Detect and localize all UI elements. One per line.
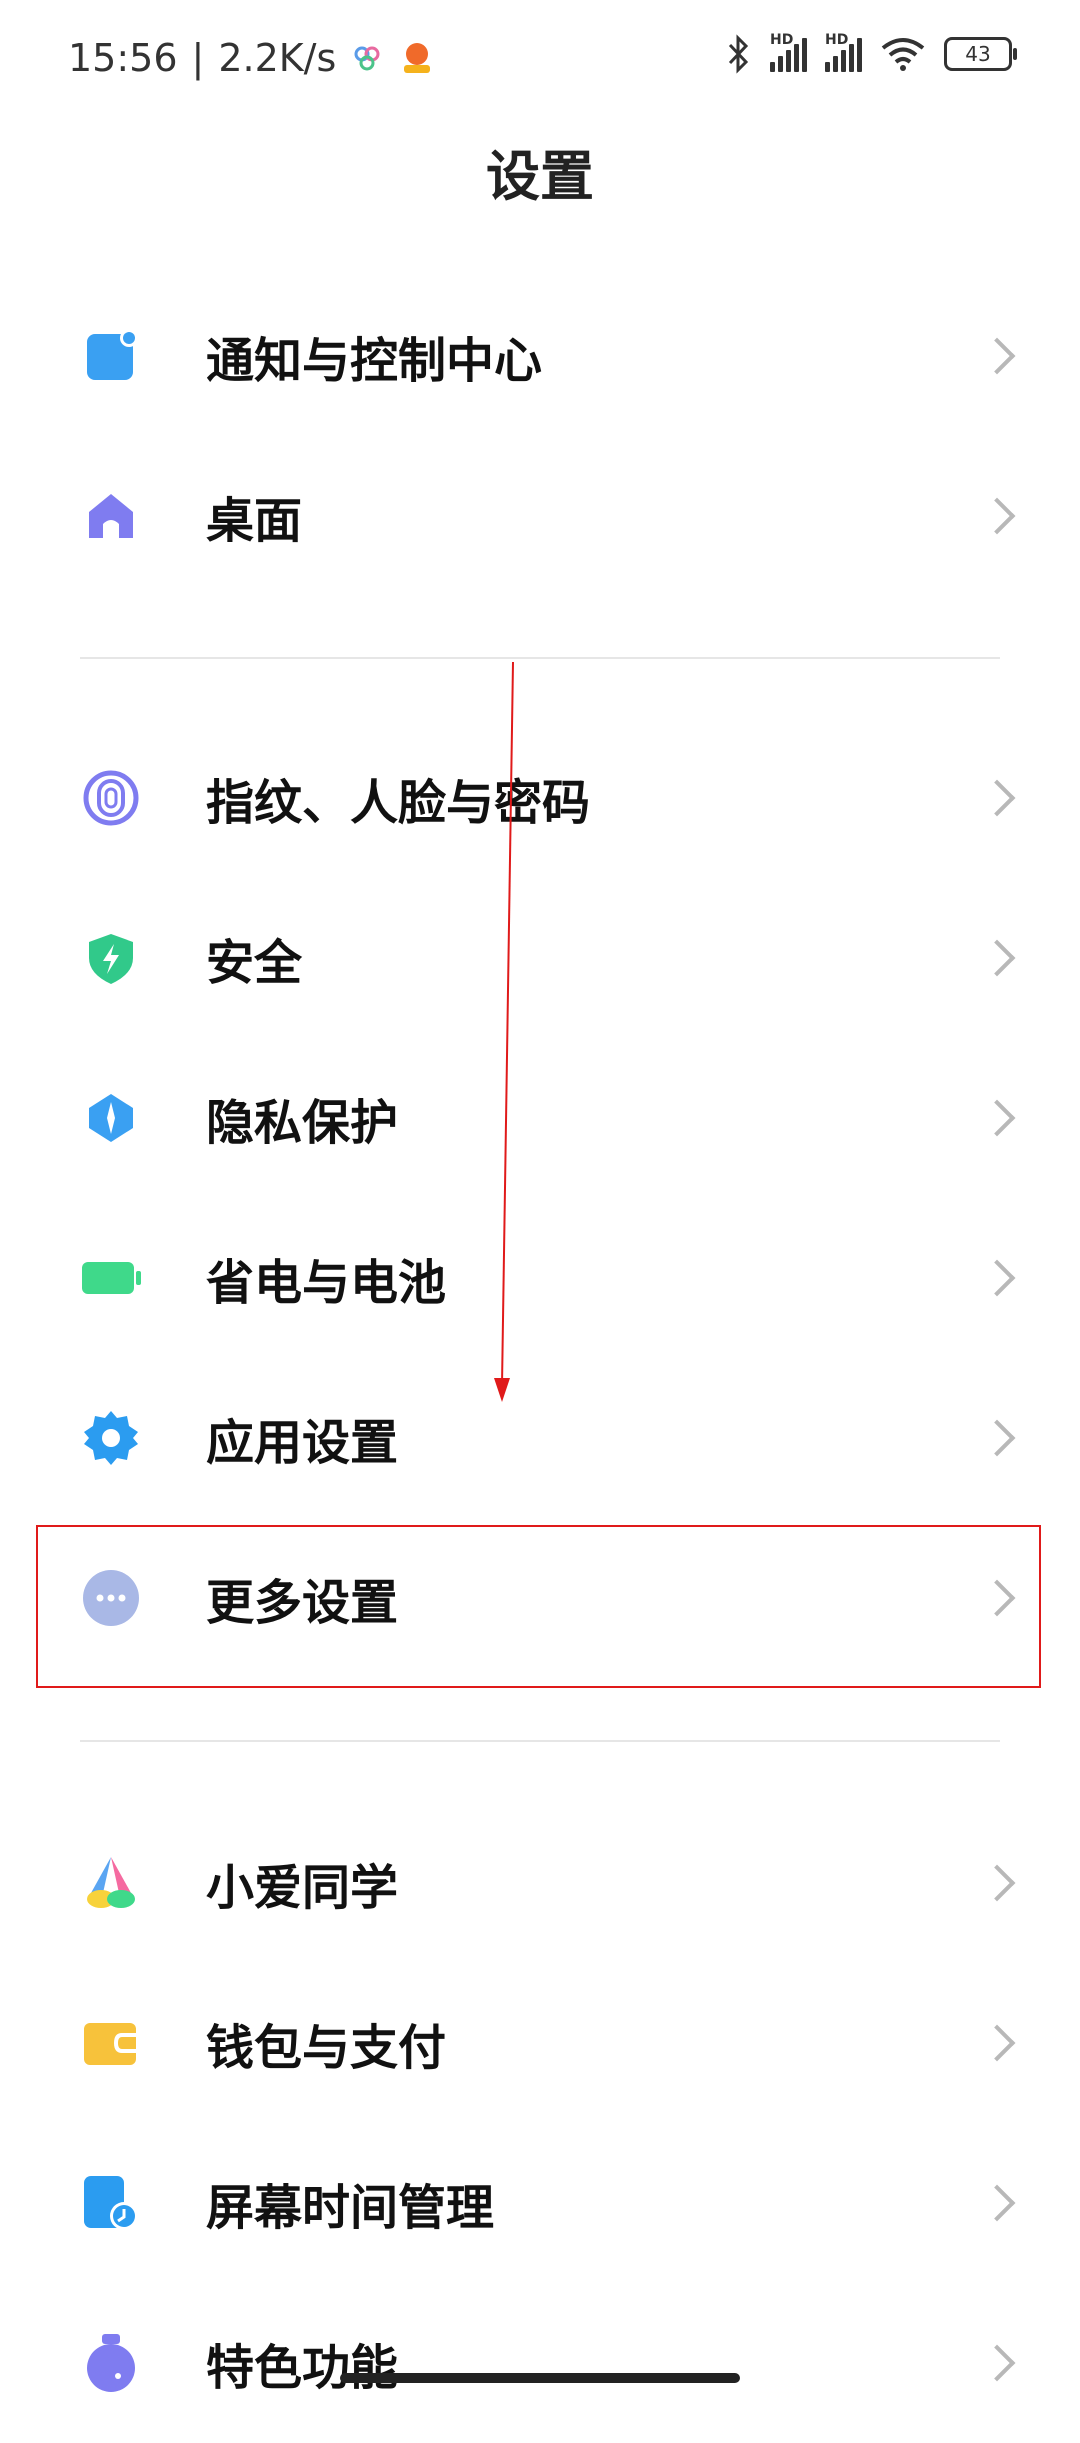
swipe-arrow xyxy=(494,661,514,1402)
home-indicator[interactable] xyxy=(340,2373,740,2383)
